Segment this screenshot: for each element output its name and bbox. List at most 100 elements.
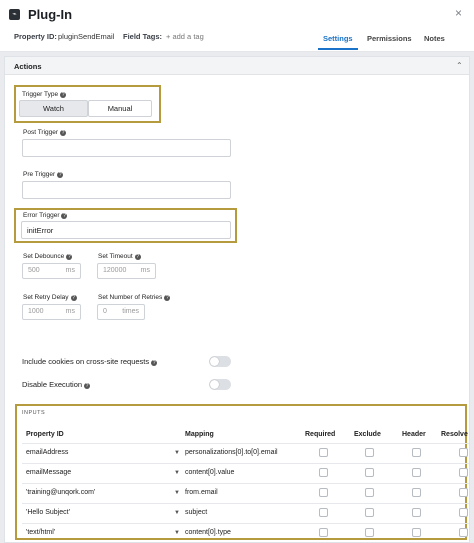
question-icon: ? bbox=[134, 254, 141, 260]
required-checkbox[interactable] bbox=[319, 448, 328, 457]
active-tab-indicator bbox=[318, 48, 358, 50]
tab-permissions[interactable]: Permissions bbox=[367, 34, 412, 43]
set-number-of-retries-label: Set Number of Retries? bbox=[98, 294, 171, 301]
header-checkbox[interactable] bbox=[412, 448, 421, 457]
question-icon: ? bbox=[57, 172, 64, 178]
question-icon: ? bbox=[60, 130, 67, 136]
retry-delay-unit: ms bbox=[65, 308, 75, 315]
trigger-type-label: Trigger Type? bbox=[22, 91, 67, 98]
retry-delay-value: 1000 bbox=[28, 308, 44, 315]
tab-settings[interactable]: Settings bbox=[323, 34, 353, 43]
row-property-id[interactable]: 'Hello Subject' bbox=[26, 509, 70, 516]
set-timeout-label: Set Timeout? bbox=[98, 253, 141, 260]
col-resolve: Resolve bbox=[441, 431, 468, 438]
question-icon: ? bbox=[84, 383, 91, 389]
table-row: 'Hello Subject' ▼ subject bbox=[22, 503, 469, 523]
include-cookies-toggle[interactable] bbox=[209, 356, 231, 367]
close-icon[interactable]: × bbox=[455, 6, 462, 20]
question-icon: ? bbox=[70, 295, 77, 301]
required-checkbox[interactable] bbox=[319, 508, 328, 517]
include-cookies-label: Include cookies on cross-site requests? bbox=[22, 357, 158, 366]
header-checkbox[interactable] bbox=[412, 508, 421, 517]
retries-unit: times bbox=[122, 308, 139, 315]
retries-value: 0 bbox=[103, 308, 107, 315]
table-row: 'training@unqork.com' ▼ from.email bbox=[22, 483, 469, 503]
page-title: Plug-In bbox=[28, 7, 73, 22]
question-icon: ? bbox=[60, 92, 67, 98]
trigger-watch-option[interactable]: Watch bbox=[19, 100, 88, 117]
exclude-checkbox[interactable] bbox=[365, 448, 374, 457]
trigger-manual-option[interactable]: Manual bbox=[88, 100, 152, 117]
modal-header: ⌁ Plug-In × Property ID: pluginSendEmail… bbox=[0, 0, 474, 52]
col-property-id: Property ID bbox=[26, 431, 64, 438]
resolve-checkbox[interactable] bbox=[459, 488, 468, 497]
disable-execution-toggle[interactable] bbox=[209, 379, 231, 390]
debounce-unit: ms bbox=[65, 267, 75, 274]
exclude-checkbox[interactable] bbox=[365, 508, 374, 517]
plug-icon: ⌁ bbox=[9, 9, 20, 20]
row-mapping[interactable]: content[0].value bbox=[185, 469, 234, 476]
timeout-value: 120000 bbox=[103, 267, 127, 274]
inputs-title: INPUTS bbox=[22, 410, 46, 416]
section-title: Actions bbox=[14, 62, 42, 71]
header-checkbox[interactable] bbox=[412, 468, 421, 477]
row-mapping[interactable]: content[0].type bbox=[185, 529, 231, 536]
tab-notes[interactable]: Notes bbox=[424, 34, 445, 43]
set-number-of-retries-input[interactable]: 0 times bbox=[97, 304, 145, 320]
exclude-checkbox[interactable] bbox=[365, 468, 374, 477]
col-header: Header bbox=[402, 431, 426, 438]
row-mapping[interactable]: subject bbox=[185, 509, 207, 516]
post-trigger-label: Post Trigger? bbox=[23, 129, 67, 136]
disable-execution-label: Disable Execution? bbox=[22, 380, 91, 389]
required-checkbox[interactable] bbox=[319, 468, 328, 477]
exclude-checkbox[interactable] bbox=[365, 488, 374, 497]
table-row: emailMessage ▼ content[0].value bbox=[22, 463, 469, 483]
question-icon: ? bbox=[164, 295, 171, 301]
timeout-unit: ms bbox=[140, 267, 150, 274]
header-checkbox[interactable] bbox=[412, 528, 421, 537]
chevron-down-icon[interactable]: ▼ bbox=[174, 470, 180, 476]
error-trigger-input[interactable]: initError bbox=[21, 221, 231, 239]
set-timeout-input[interactable]: 120000 ms bbox=[97, 263, 156, 279]
property-id-label: Property ID: bbox=[14, 32, 57, 41]
question-icon: ? bbox=[66, 254, 73, 260]
header-checkbox[interactable] bbox=[412, 488, 421, 497]
row-mapping[interactable]: from.email bbox=[185, 489, 218, 496]
add-tag-link[interactable]: + add a tag bbox=[166, 32, 204, 41]
property-id-value: pluginSendEmail bbox=[58, 32, 115, 41]
resolve-checkbox[interactable] bbox=[459, 508, 468, 517]
row-property-id[interactable]: 'text/html' bbox=[26, 529, 55, 536]
actions-section-header[interactable]: Actions ⌃ bbox=[5, 57, 469, 75]
table-row: 'text/html' ▼ content[0].type bbox=[22, 523, 469, 539]
required-checkbox[interactable] bbox=[319, 528, 328, 537]
debounce-value: 500 bbox=[28, 267, 40, 274]
exclude-checkbox[interactable] bbox=[365, 528, 374, 537]
resolve-checkbox[interactable] bbox=[459, 528, 468, 537]
post-trigger-input[interactable] bbox=[22, 139, 231, 157]
required-checkbox[interactable] bbox=[319, 488, 328, 497]
set-retry-delay-input[interactable]: 1000 ms bbox=[22, 304, 81, 320]
chevron-down-icon[interactable]: ▼ bbox=[174, 530, 180, 536]
chevron-down-icon[interactable]: ▼ bbox=[174, 490, 180, 496]
chevron-down-icon[interactable]: ▼ bbox=[174, 450, 180, 456]
set-debounce-label: Set Debounce? bbox=[23, 253, 73, 260]
error-trigger-label: Error Trigger? bbox=[23, 212, 68, 219]
table-row: emailAddress ▼ personalizations[0].to[0]… bbox=[22, 443, 469, 463]
resolve-checkbox[interactable] bbox=[459, 448, 468, 457]
row-mapping[interactable]: personalizations[0].to[0].email bbox=[185, 449, 278, 456]
row-property-id[interactable]: emailMessage bbox=[26, 469, 71, 476]
row-property-id[interactable]: 'training@unqork.com' bbox=[26, 489, 95, 496]
set-retry-delay-label: Set Retry Delay? bbox=[23, 294, 77, 301]
col-exclude: Exclude bbox=[354, 431, 381, 438]
actions-panel: Actions ⌃ Trigger Type? Watch Manual Pos… bbox=[4, 56, 470, 543]
question-icon: ? bbox=[61, 213, 68, 219]
chevron-down-icon[interactable]: ▼ bbox=[174, 510, 180, 516]
pre-trigger-input[interactable] bbox=[22, 181, 231, 199]
col-required: Required bbox=[305, 431, 336, 438]
collapse-icon[interactable]: ⌃ bbox=[456, 61, 463, 70]
resolve-checkbox[interactable] bbox=[459, 468, 468, 477]
set-debounce-input[interactable]: 500 ms bbox=[22, 263, 81, 279]
pre-trigger-label: Pre Trigger? bbox=[23, 171, 64, 178]
row-property-id[interactable]: emailAddress bbox=[26, 449, 68, 456]
col-mapping: Mapping bbox=[185, 431, 214, 438]
